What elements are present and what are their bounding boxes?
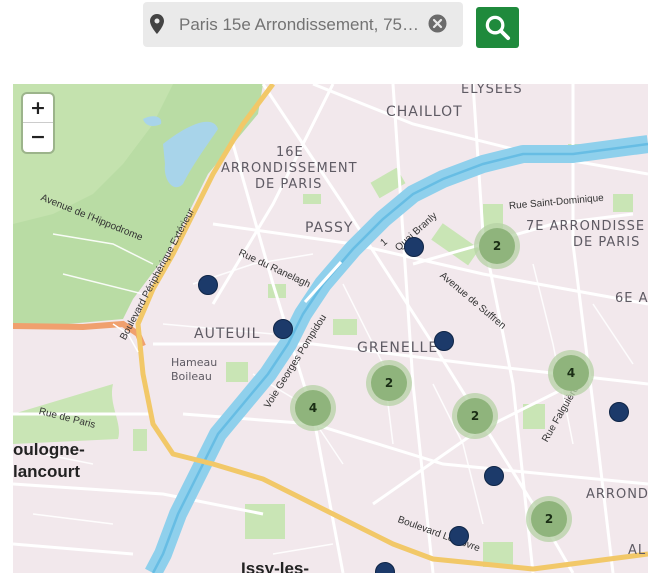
zoom-out-button[interactable]: −: [23, 123, 53, 152]
map-marker[interactable]: [484, 466, 504, 486]
label-passy: PASSY: [305, 220, 354, 236]
search-button[interactable]: [476, 7, 519, 48]
cluster-count: 2: [531, 501, 567, 537]
cluster-count: 4: [295, 390, 331, 426]
map-pin-icon: [150, 14, 164, 34]
map-marker[interactable]: [434, 331, 454, 351]
map-cluster[interactable]: 2: [366, 360, 412, 406]
location-search-box[interactable]: Paris 15e Arrondissement, 75015, France: [143, 2, 463, 47]
label-hameau-line2: Boileau: [171, 370, 212, 383]
label-6e: 6E A: [615, 291, 648, 306]
label-hameau-line1: Hameau: [171, 356, 218, 369]
label-grenelle: GRENELLE: [357, 340, 439, 356]
map-cluster[interactable]: 2: [526, 496, 572, 542]
label-boulogne-line2: lancourt: [13, 462, 81, 481]
map-cluster[interactable]: 2: [452, 393, 498, 439]
location-search-input[interactable]: Paris 15e Arrondissement, 75015, France: [179, 15, 427, 35]
cluster-count: 2: [457, 398, 493, 434]
label-16e-line2: ARRONDISSEMENT: [221, 161, 358, 176]
search-icon: [485, 15, 511, 41]
map-cluster[interactable]: 2: [474, 223, 520, 269]
zoom-control: + −: [23, 94, 53, 152]
clear-circle-icon[interactable]: [428, 14, 447, 33]
label-auteuil: AUTEUIL: [194, 326, 261, 342]
label-7e-line1: 7E ARRONDISSE: [526, 219, 646, 234]
map-view[interactable]: + − ÉLYSÉES CHAILLOT 16E ARRONDISSEMENT …: [13, 84, 648, 573]
map-marker[interactable]: [609, 402, 629, 422]
label-issy: Issy-les-: [241, 559, 310, 573]
cluster-count: 2: [371, 365, 407, 401]
label-elysees: ÉLYSÉES: [461, 84, 523, 97]
label-chaillot: CHAILLOT: [386, 104, 463, 120]
map-cluster[interactable]: 4: [290, 385, 336, 431]
label-16e-line3: DE PARIS: [255, 177, 323, 192]
cluster-count: 4: [553, 355, 589, 391]
map-marker[interactable]: [198, 275, 218, 295]
map-cluster[interactable]: 4: [548, 350, 594, 396]
cluster-count: 2: [479, 228, 515, 264]
map-marker[interactable]: [273, 319, 293, 339]
label-16e-line1: 16E: [276, 145, 304, 160]
label-boulogne-line1: oulogne-: [13, 440, 85, 459]
map-marker[interactable]: [449, 526, 469, 546]
label-7e-line2: DE PARIS: [573, 235, 641, 250]
zoom-in-button[interactable]: +: [23, 94, 53, 123]
label-arrond-right: ARROND: [586, 487, 648, 502]
map-marker[interactable]: [404, 237, 424, 257]
label-al-right: AL: [628, 543, 647, 558]
